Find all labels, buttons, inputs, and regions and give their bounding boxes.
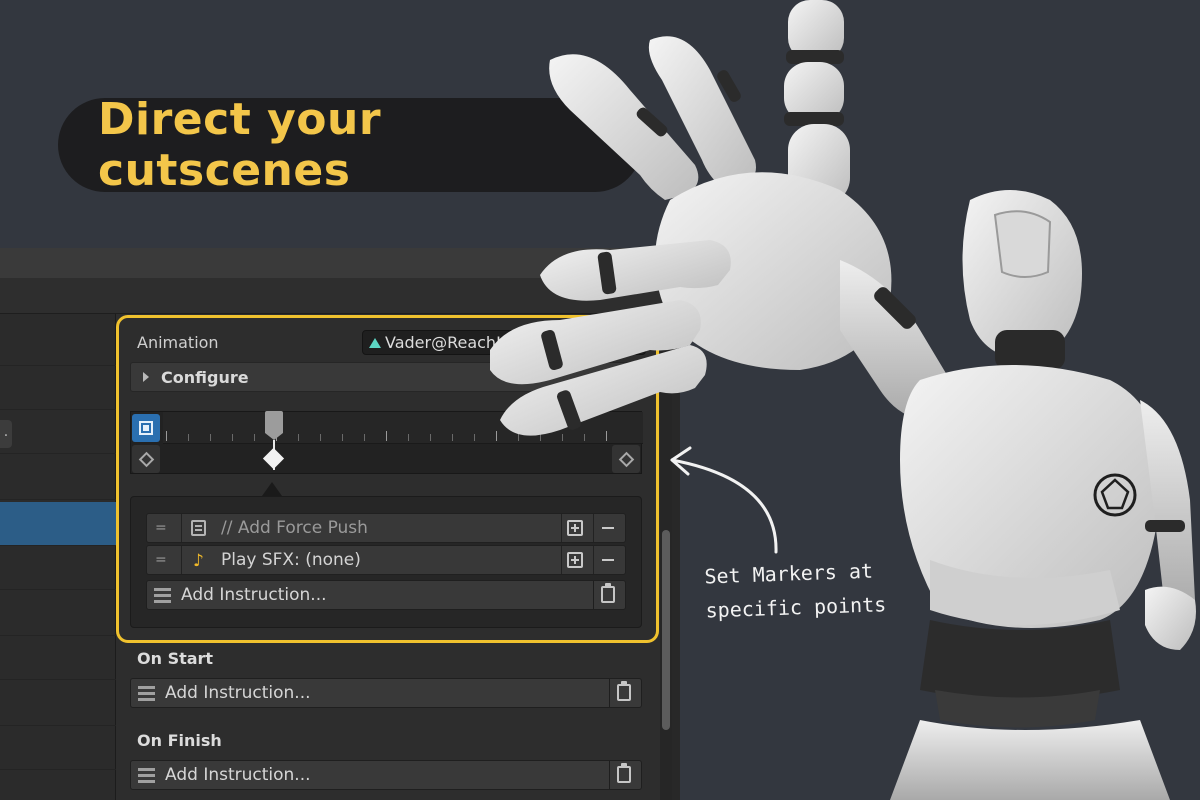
- add-instruction-label: Add Instruction...: [165, 765, 311, 785]
- annotation-line-2: specific points: [705, 592, 887, 623]
- hierarchy-row[interactable]: [0, 546, 116, 590]
- on-finish-label: On Finish: [137, 731, 222, 750]
- hierarchy-row[interactable]: [0, 636, 116, 680]
- hierarchy-row[interactable]: [0, 410, 116, 454]
- list-icon: [138, 686, 155, 689]
- overflow-dots-icon[interactable]: .: [0, 420, 12, 448]
- add-instruction-label: Add Instruction...: [165, 683, 311, 703]
- annotation-text: Set Markers at specific points: [704, 553, 906, 628]
- annotation-arrow-icon: [670, 446, 778, 554]
- hierarchy-row[interactable]: [0, 726, 116, 770]
- hierarchy-row[interactable]: [0, 366, 116, 410]
- hierarchy-row[interactable]: [0, 456, 116, 500]
- hierarchy-row[interactable]: [0, 322, 116, 366]
- hierarchy-row[interactable]: [0, 682, 116, 726]
- on-start-label: On Start: [137, 649, 214, 668]
- list-icon: [138, 768, 155, 771]
- hierarchy-row-selected[interactable]: [0, 502, 116, 546]
- hierarchy-panel: [0, 314, 116, 800]
- hierarchy-row[interactable]: [0, 592, 116, 636]
- mannequin-character-illustration: [490, 0, 1196, 800]
